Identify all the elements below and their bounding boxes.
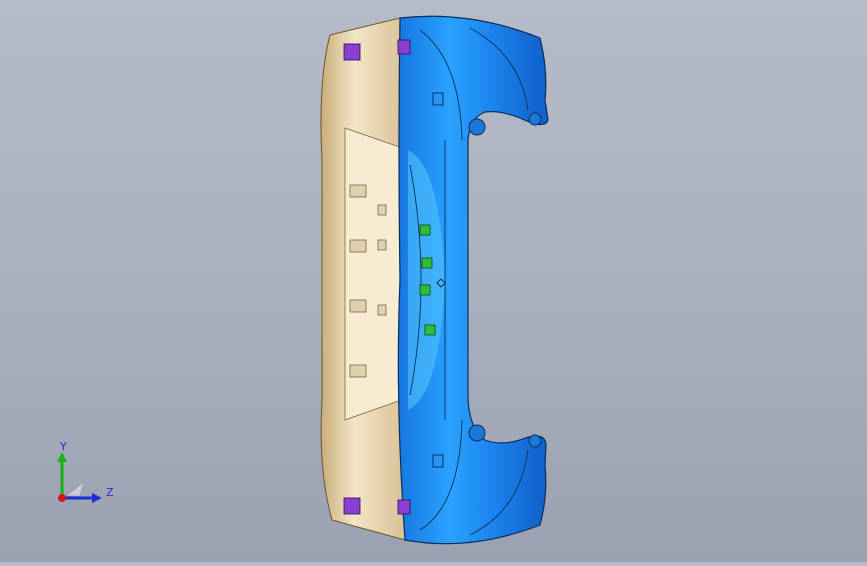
y-axis-label: Y [60,440,67,453]
x-axis-dot [58,494,66,502]
y-axis-arrowhead [57,452,67,462]
z-axis-arrowhead [92,493,102,503]
mount-bosses [468,112,542,448]
bumper-model-canvas[interactable] [0,0,867,562]
coordinate-triad: Y Z [40,438,130,518]
cad-viewport[interactable]: Y Z [0,0,867,562]
z-axis-label: Z [106,486,114,499]
axis-triad-icon [57,452,102,503]
view-plane-icon [65,481,85,497]
